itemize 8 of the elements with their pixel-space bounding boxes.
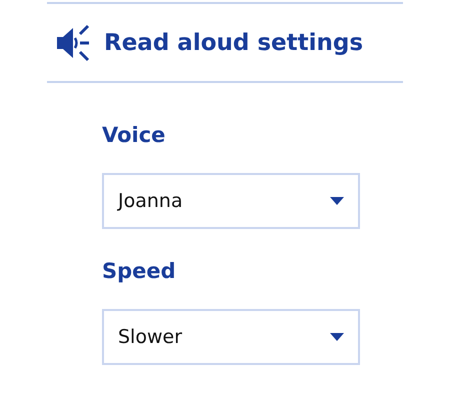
field-label: Speed <box>102 258 177 285</box>
panel-title: Read aloud settings <box>104 30 364 56</box>
caret-icon <box>330 197 344 205</box>
speaker-icon <box>56 24 90 62</box>
caret-icon <box>330 333 344 341</box>
dropdown[interactable]: Joanna <box>102 173 360 229</box>
field-label: Voice <box>102 122 166 149</box>
dropdown[interactable]: Slower <box>102 309 360 365</box>
